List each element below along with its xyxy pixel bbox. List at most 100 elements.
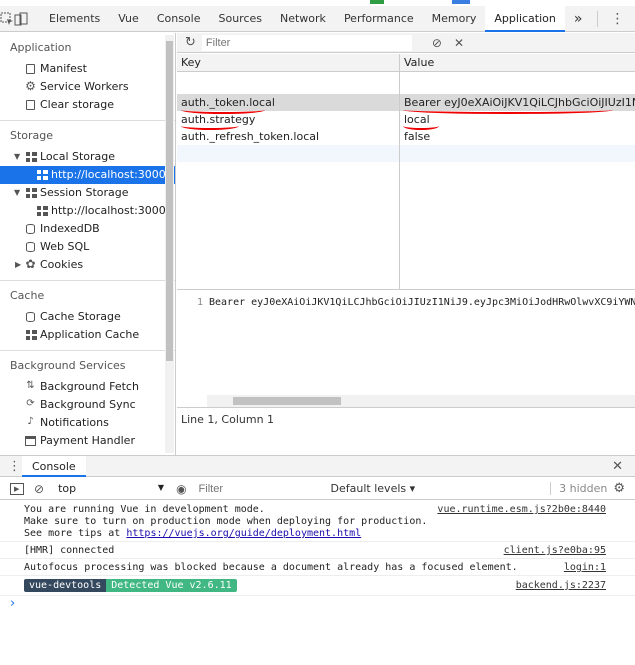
sidebar-scrollbar-thumb[interactable] (166, 41, 173, 361)
expand-arrow-icon[interactable]: ▶ (15, 256, 21, 274)
section-background-services: Background Services (10, 359, 126, 372)
sidebar-item-indexeddb[interactable]: IndexedDB (0, 220, 175, 238)
message-text: You are running Vue in development mode. (24, 504, 265, 515)
sidebar-item-application-cache[interactable]: Application Cache (0, 326, 175, 344)
sidebar-item-label: IndexedDB (40, 222, 100, 235)
sidebar-toggle-icon[interactable]: ▶ (10, 482, 24, 495)
application-sidebar: Application Manifest ⚙ Service Workers C… (0, 33, 176, 455)
console-message: You are running Vue in development mode.… (0, 501, 635, 542)
message-text-prefix: See more tips at (24, 528, 127, 539)
kebab-menu-icon[interactable]: ⋮ (604, 6, 630, 32)
expand-arrow-icon[interactable]: ▼ (14, 184, 20, 202)
grid-icon (26, 152, 37, 162)
tab-vue[interactable]: Vue (109, 6, 148, 32)
tab-network[interactable]: Network (271, 6, 335, 32)
clear-console-icon[interactable]: ⊘ (34, 482, 44, 496)
storage-toolbar: ↻ ⊘ ✕ (177, 33, 635, 53)
message-text: See more tips at https://vuejs.org/guide… (24, 528, 361, 539)
more-tabs-button[interactable]: » (565, 6, 592, 32)
card-icon (25, 436, 36, 446)
tab-console[interactable]: Console (148, 6, 210, 32)
sidebar-item-label: http://localhost:3000 (51, 168, 166, 181)
storage-panel: ↻ ⊘ ✕ Key Value auth._token.local Bearer… (177, 33, 635, 455)
sidebar-item-clear-storage[interactable]: Clear storage (0, 96, 175, 114)
gear-icon[interactable]: ⚙ (613, 481, 625, 496)
grid-icon (37, 206, 48, 216)
sidebar-item-background-fetch[interactable]: ⇅ Background Fetch (0, 378, 175, 396)
preview-value-text[interactable]: Bearer eyJ0eXAiOiJKV1QiLCJhbGciOiJIUzI1N… (209, 297, 635, 308)
table-row[interactable]: auth._refresh_token.local false (177, 128, 635, 145)
database-icon (26, 242, 35, 252)
grid-icon (26, 330, 37, 340)
sidebar-item-background-sync[interactable]: ⟳ Background Sync (0, 396, 175, 414)
sidebar-item-label: http://localhost:3000 (51, 204, 166, 217)
message-source-link[interactable]: client.js?e0ba:95 (504, 545, 606, 556)
console-filter-input[interactable] (194, 480, 325, 497)
sidebar-item-label: Application Cache (40, 328, 140, 341)
log-levels-dropdown[interactable]: Default levels ▾ (331, 482, 416, 495)
sidebar-item-manifest[interactable]: Manifest (0, 60, 175, 78)
console-toolbar: ▶ ⊘ top ▼ ◉ Default levels ▾ 3 hidden ⚙ (0, 478, 635, 500)
sidebar-item-label: Payment Handler (40, 434, 135, 447)
preview-horizontal-scrollbar[interactable] (207, 395, 635, 407)
drawer-menu-icon[interactable]: ⋮ (8, 459, 21, 474)
section-cache: Cache (10, 289, 45, 302)
file-icon (26, 64, 35, 74)
expand-arrow-icon[interactable]: ▼ (14, 148, 20, 166)
tab-elements[interactable]: Elements (40, 6, 109, 32)
divider (0, 350, 175, 351)
drawer-tab-console[interactable]: Console (22, 455, 86, 477)
empty-row (177, 145, 635, 162)
sidebar-item-session-storage[interactable]: ▼ Session Storage (0, 184, 175, 202)
storage-filter-input[interactable] (201, 34, 412, 51)
sidebar-item-label: Session Storage (40, 186, 129, 199)
clear-all-icon[interactable]: ⊘ (432, 36, 442, 50)
column-divider (399, 54, 400, 290)
gear-icon: ⚙ (25, 79, 36, 93)
console-messages: You are running Vue in development mode.… (0, 501, 635, 665)
preview-status-bar: Line 1, Column 1 (177, 407, 635, 431)
device-toolbar-icon[interactable] (14, 6, 28, 32)
message-link[interactable]: https://vuejs.org/guide/deployment.html (126, 528, 361, 539)
tab-sources[interactable]: Sources (209, 6, 271, 32)
preview-scrollbar-thumb[interactable] (233, 397, 341, 405)
sidebar-item-payment-handler[interactable]: Payment Handler (0, 432, 175, 450)
bell-icon: ♪ (27, 416, 34, 427)
sidebar-item-session-storage-origin[interactable]: http://localhost:3000 (0, 202, 175, 220)
tab-application[interactable]: Application (485, 5, 565, 32)
storage-table: Key Value auth._token.local Bearer eyJ0e… (177, 54, 635, 290)
fetch-icon: ⇅ (26, 380, 35, 391)
tab-performance[interactable]: Performance (335, 6, 423, 32)
cookie-icon: ✿ (25, 257, 36, 271)
sidebar-item-label: Service Workers (40, 80, 129, 93)
close-drawer-icon[interactable]: ✕ (612, 459, 623, 474)
delete-selected-icon[interactable]: ✕ (454, 36, 464, 50)
console-prompt[interactable]: › (0, 596, 635, 612)
badge-vue-devtools: vue-devtools (24, 579, 107, 592)
sidebar-item-service-workers[interactable]: ⚙ Service Workers (0, 78, 175, 96)
inspect-element-icon[interactable] (0, 6, 14, 32)
drawer-tab-bar: ⋮ Console ✕ (0, 455, 635, 477)
close-icon[interactable]: ✕ (630, 6, 635, 32)
eye-icon[interactable]: ◉ (176, 482, 186, 496)
sidebar-scrollbar[interactable] (165, 35, 174, 453)
message-source-link[interactable]: vue.runtime.esm.js?2b0e:8440 (437, 504, 606, 515)
context-selector[interactable]: top ▼ (58, 482, 168, 495)
message-source-link[interactable]: backend.js:2237 (516, 580, 606, 591)
sidebar-item-local-storage[interactable]: ▼ Local Storage (0, 148, 175, 166)
toolbar-divider (597, 10, 599, 27)
sidebar-item-cookies[interactable]: ▶ ✿ Cookies (0, 256, 175, 274)
tab-memory[interactable]: Memory (423, 6, 486, 32)
sidebar-item-notifications[interactable]: ♪ Notifications (0, 414, 175, 432)
message-source-link[interactable]: login:1 (564, 562, 606, 573)
refresh-icon[interactable]: ↻ (185, 35, 196, 50)
sidebar-item-local-storage-origin[interactable]: http://localhost:3000 (0, 166, 175, 184)
sidebar-item-label: Background Sync (40, 398, 136, 411)
column-header-value[interactable]: Value (400, 54, 635, 72)
sidebar-item-label: Background Fetch (40, 380, 139, 393)
sidebar-item-web-sql[interactable]: Web SQL (0, 238, 175, 256)
column-header-key[interactable]: Key (177, 54, 399, 72)
row-key: auth._refresh_token.local (181, 130, 320, 143)
sidebar-item-cache-storage[interactable]: Cache Storage (0, 308, 175, 326)
console-message: [HMR] connected client.js?e0ba:95 (0, 542, 635, 559)
